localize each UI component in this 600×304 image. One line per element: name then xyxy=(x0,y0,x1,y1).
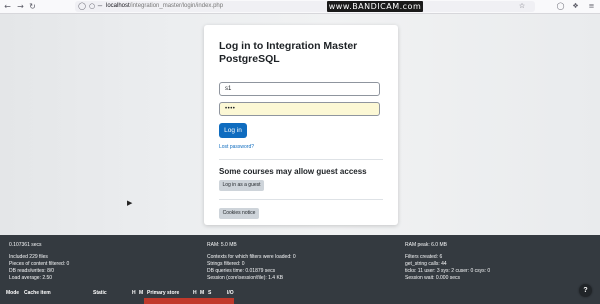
bookmark-star-icon[interactable]: ☆ xyxy=(518,2,526,10)
cache-col-h2: H xyxy=(193,290,197,296)
cache-col-primary-store: Primary store xyxy=(147,290,180,296)
cache-table-header: Mode Cache item Static H M Primary store… xyxy=(0,289,600,298)
forward-arrow-icon[interactable]: → xyxy=(16,2,25,11)
page-background: Log in to Integration Master PostgreSQL … xyxy=(0,14,600,235)
address-bar[interactable]: ◯ ○ − localhost/integration_master/login… xyxy=(75,1,535,12)
url-host: localhost xyxy=(106,3,130,9)
perf-filters-created: Filters created: 6 xyxy=(405,254,443,260)
login-card: Log in to Integration Master PostgreSQL … xyxy=(204,25,398,225)
reload-icon[interactable]: ↻ xyxy=(28,2,37,11)
cache-table-row xyxy=(0,298,600,304)
cache-col-io: I/O xyxy=(227,290,234,296)
lost-password-link[interactable]: Lost password? xyxy=(219,144,254,150)
browser-toolbar: ← → ↻ ◯ ○ − localhost/integration_master… xyxy=(0,0,600,14)
pocket-icon[interactable]: ◯ xyxy=(556,2,565,11)
perf-time: 0.107361 secs xyxy=(9,242,42,248)
perf-ticks: ticks: 11 user: 3 sys: 2 cuser: 0 csys: … xyxy=(405,268,491,274)
perf-get-string: get_string calls: 44 xyxy=(405,261,447,267)
bandicam-watermark: www.BANDICAM.com xyxy=(327,1,423,12)
cache-status-highlight xyxy=(144,298,234,304)
perf-session-wait: Session wait: 0.000 secs xyxy=(405,275,461,281)
login-title: Log in to Integration Master PostgreSQL xyxy=(219,40,358,65)
divider xyxy=(219,159,383,160)
divider xyxy=(219,199,383,200)
cache-col-mode: Mode xyxy=(6,290,20,296)
performance-footer: 0.107361 secs RAM: 5.0 MB RAM peak: 6.0 … xyxy=(0,235,600,304)
cache-col-h: H xyxy=(132,290,136,296)
guest-login-button[interactable]: Log in as a guest xyxy=(219,180,264,191)
perf-pieces-filtered: Pieces of content filtered: 0 xyxy=(9,261,70,267)
cache-col-s: S xyxy=(208,290,212,296)
username-field[interactable]: s1 xyxy=(219,82,380,96)
perf-ram: RAM: 5.0 MB xyxy=(207,242,237,248)
perf-load-average: Load average: 2.50 xyxy=(9,275,53,281)
mouse-cursor-icon: ▶ xyxy=(127,199,133,207)
extensions-icon[interactable]: ❖ xyxy=(571,2,580,11)
password-field[interactable]: •••• xyxy=(219,102,380,116)
back-arrow-icon[interactable]: ← xyxy=(3,2,12,11)
perf-session: Session (core\session\file): 1.4 KB xyxy=(207,275,284,281)
perf-contexts: Contexts for which filters were loaded: … xyxy=(207,254,296,260)
menu-icon[interactable]: ≡ xyxy=(587,2,596,11)
perf-db-time: DB queries time: 0.01879 secs xyxy=(207,268,276,274)
help-button[interactable]: ? xyxy=(579,284,592,297)
guest-access-heading: Some courses may allow guest access xyxy=(219,167,367,176)
cookies-notice-button[interactable]: Cookies notice xyxy=(219,208,259,219)
perf-ram-peak: RAM peak: 6.0 MB xyxy=(405,242,447,248)
page-info-icon[interactable]: ○ xyxy=(88,2,96,10)
cache-col-m2: M xyxy=(200,290,205,296)
key-icon[interactable]: − xyxy=(96,2,104,10)
url-path: /integration_master/login/index.php xyxy=(129,3,224,9)
perf-included-files: Included 229 files xyxy=(9,254,48,260)
login-button[interactable]: Log in xyxy=(219,123,247,138)
perf-db-rw: DB reads/writes: 8/0 xyxy=(9,268,55,274)
shield-icon[interactable]: ◯ xyxy=(78,2,86,10)
cache-col-m: M xyxy=(139,290,144,296)
cache-col-static: Static xyxy=(93,290,107,296)
perf-strings-filtered: Strings filtered: 0 xyxy=(207,261,245,267)
url-text[interactable]: localhost/integration_master/login/index… xyxy=(106,1,223,12)
cache-col-item: Cache item xyxy=(24,290,51,296)
